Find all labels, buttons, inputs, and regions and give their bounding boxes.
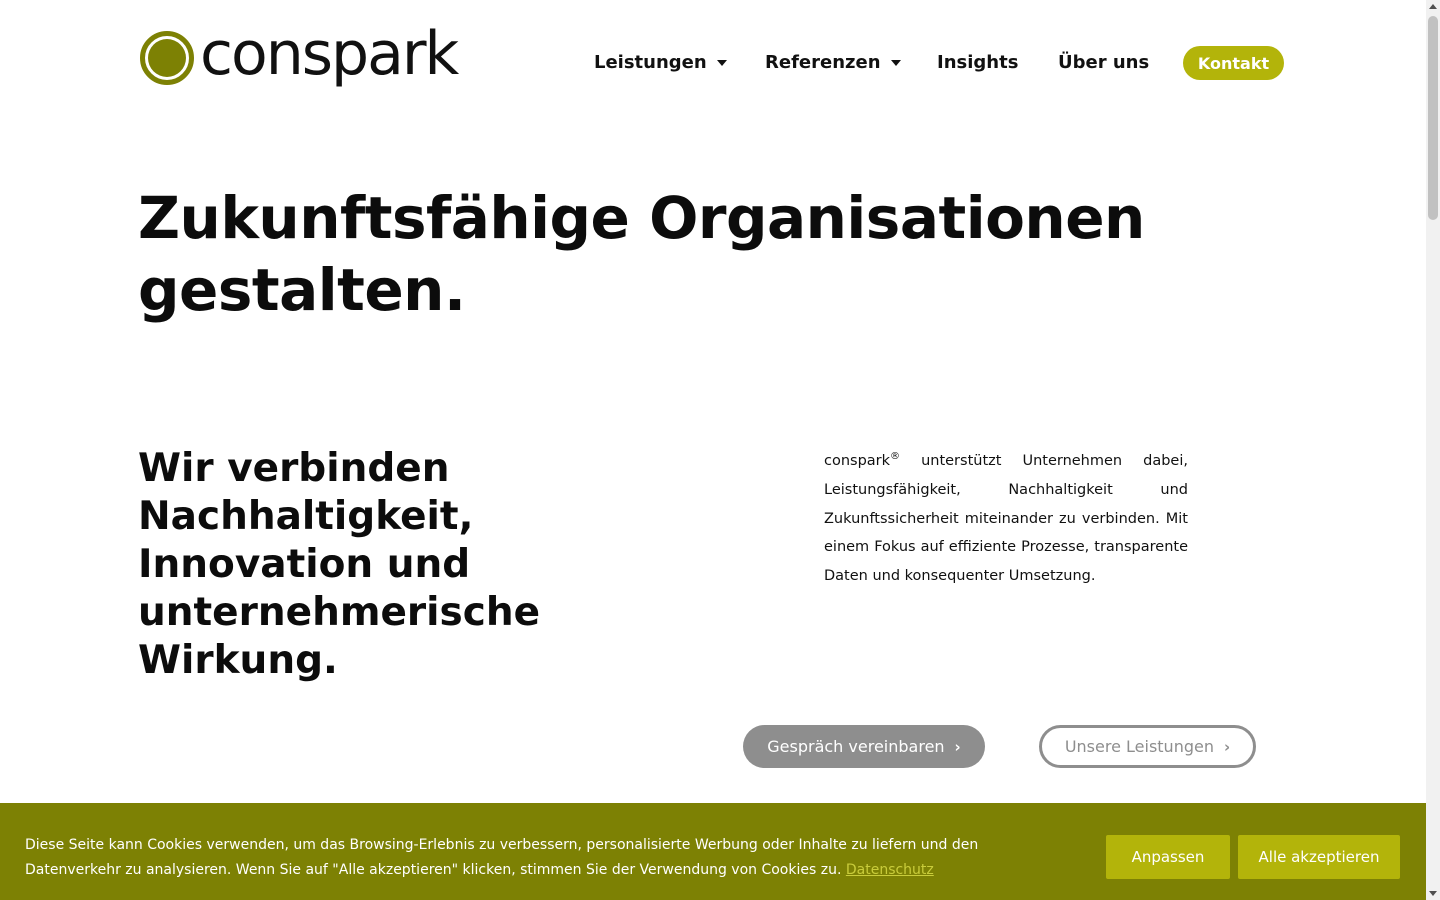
hero-title: Zukunftsfähige Organisationen gestalten. (138, 182, 1238, 326)
anpassen-button[interactable]: Anpassen (1106, 835, 1230, 879)
button-label: Gespräch vereinbaren (767, 737, 945, 756)
page-scrollbar[interactable] (1426, 0, 1440, 900)
registered-mark: ® (890, 451, 901, 463)
cookie-message: Diese Seite kann Cookies verwenden, um d… (25, 837, 979, 878)
nav-item-leistungen[interactable]: Leistungen (594, 52, 727, 73)
scroll-down-arrow-icon[interactable] (1429, 891, 1437, 896)
nav-item-ueber-uns[interactable]: Über uns (1058, 52, 1149, 73)
cookie-banner: Diese Seite kann Cookies verwenden, um d… (0, 803, 1426, 900)
scroll-thumb[interactable] (1428, 16, 1438, 220)
logo[interactable]: conspark (140, 24, 459, 88)
logo-circle-icon (140, 31, 194, 85)
unsere-leistungen-button[interactable]: Unsere Leistungen › (1039, 725, 1256, 768)
hero-title-line2: gestalten. (138, 256, 466, 324)
alle-akzeptieren-button[interactable]: Alle akzeptieren (1238, 835, 1400, 879)
hero-subtitle: Wir verbinden Nachhaltigkeit, Innovation… (138, 446, 541, 683)
page: conspark Leistungen Referenzen Insights … (0, 0, 1426, 900)
caret-down-icon (890, 59, 901, 66)
intro-text: unterstützt Unternehmen dabei, Leistungs… (824, 453, 1188, 585)
scroll-up-arrow-icon[interactable] (1429, 4, 1437, 9)
cookie-text: Diese Seite kann Cookies verwenden, um d… (25, 833, 1065, 883)
caret-down-icon (716, 59, 727, 66)
nav-label: Leistungen (594, 52, 707, 73)
chevron-right-icon: › (954, 737, 961, 756)
nav-label: Insights (937, 52, 1019, 73)
logo-circle-inner (148, 39, 186, 77)
logo-wordmark: conspark (200, 19, 459, 89)
kontakt-button[interactable]: Kontakt (1183, 46, 1284, 80)
nav-label: Referenzen (765, 52, 881, 73)
gespraech-vereinbaren-button[interactable]: Gespräch vereinbaren › (743, 725, 985, 768)
nav-label: Über uns (1058, 52, 1150, 73)
nav-item-referenzen[interactable]: Referenzen (765, 52, 901, 73)
intro-paragraph: conspark® unterstützt Unternehmen dabei,… (824, 447, 1188, 591)
hero-title-line1: Zukunftsfähige Organisationen (138, 184, 1145, 252)
datenschutz-link[interactable]: Datenschutz (846, 862, 934, 878)
chevron-right-icon: › (1223, 737, 1231, 756)
button-label: Unsere Leistungen (1064, 737, 1214, 756)
nav-item-insights[interactable]: Insights (937, 52, 1018, 73)
intro-brand: conspark (824, 453, 891, 469)
